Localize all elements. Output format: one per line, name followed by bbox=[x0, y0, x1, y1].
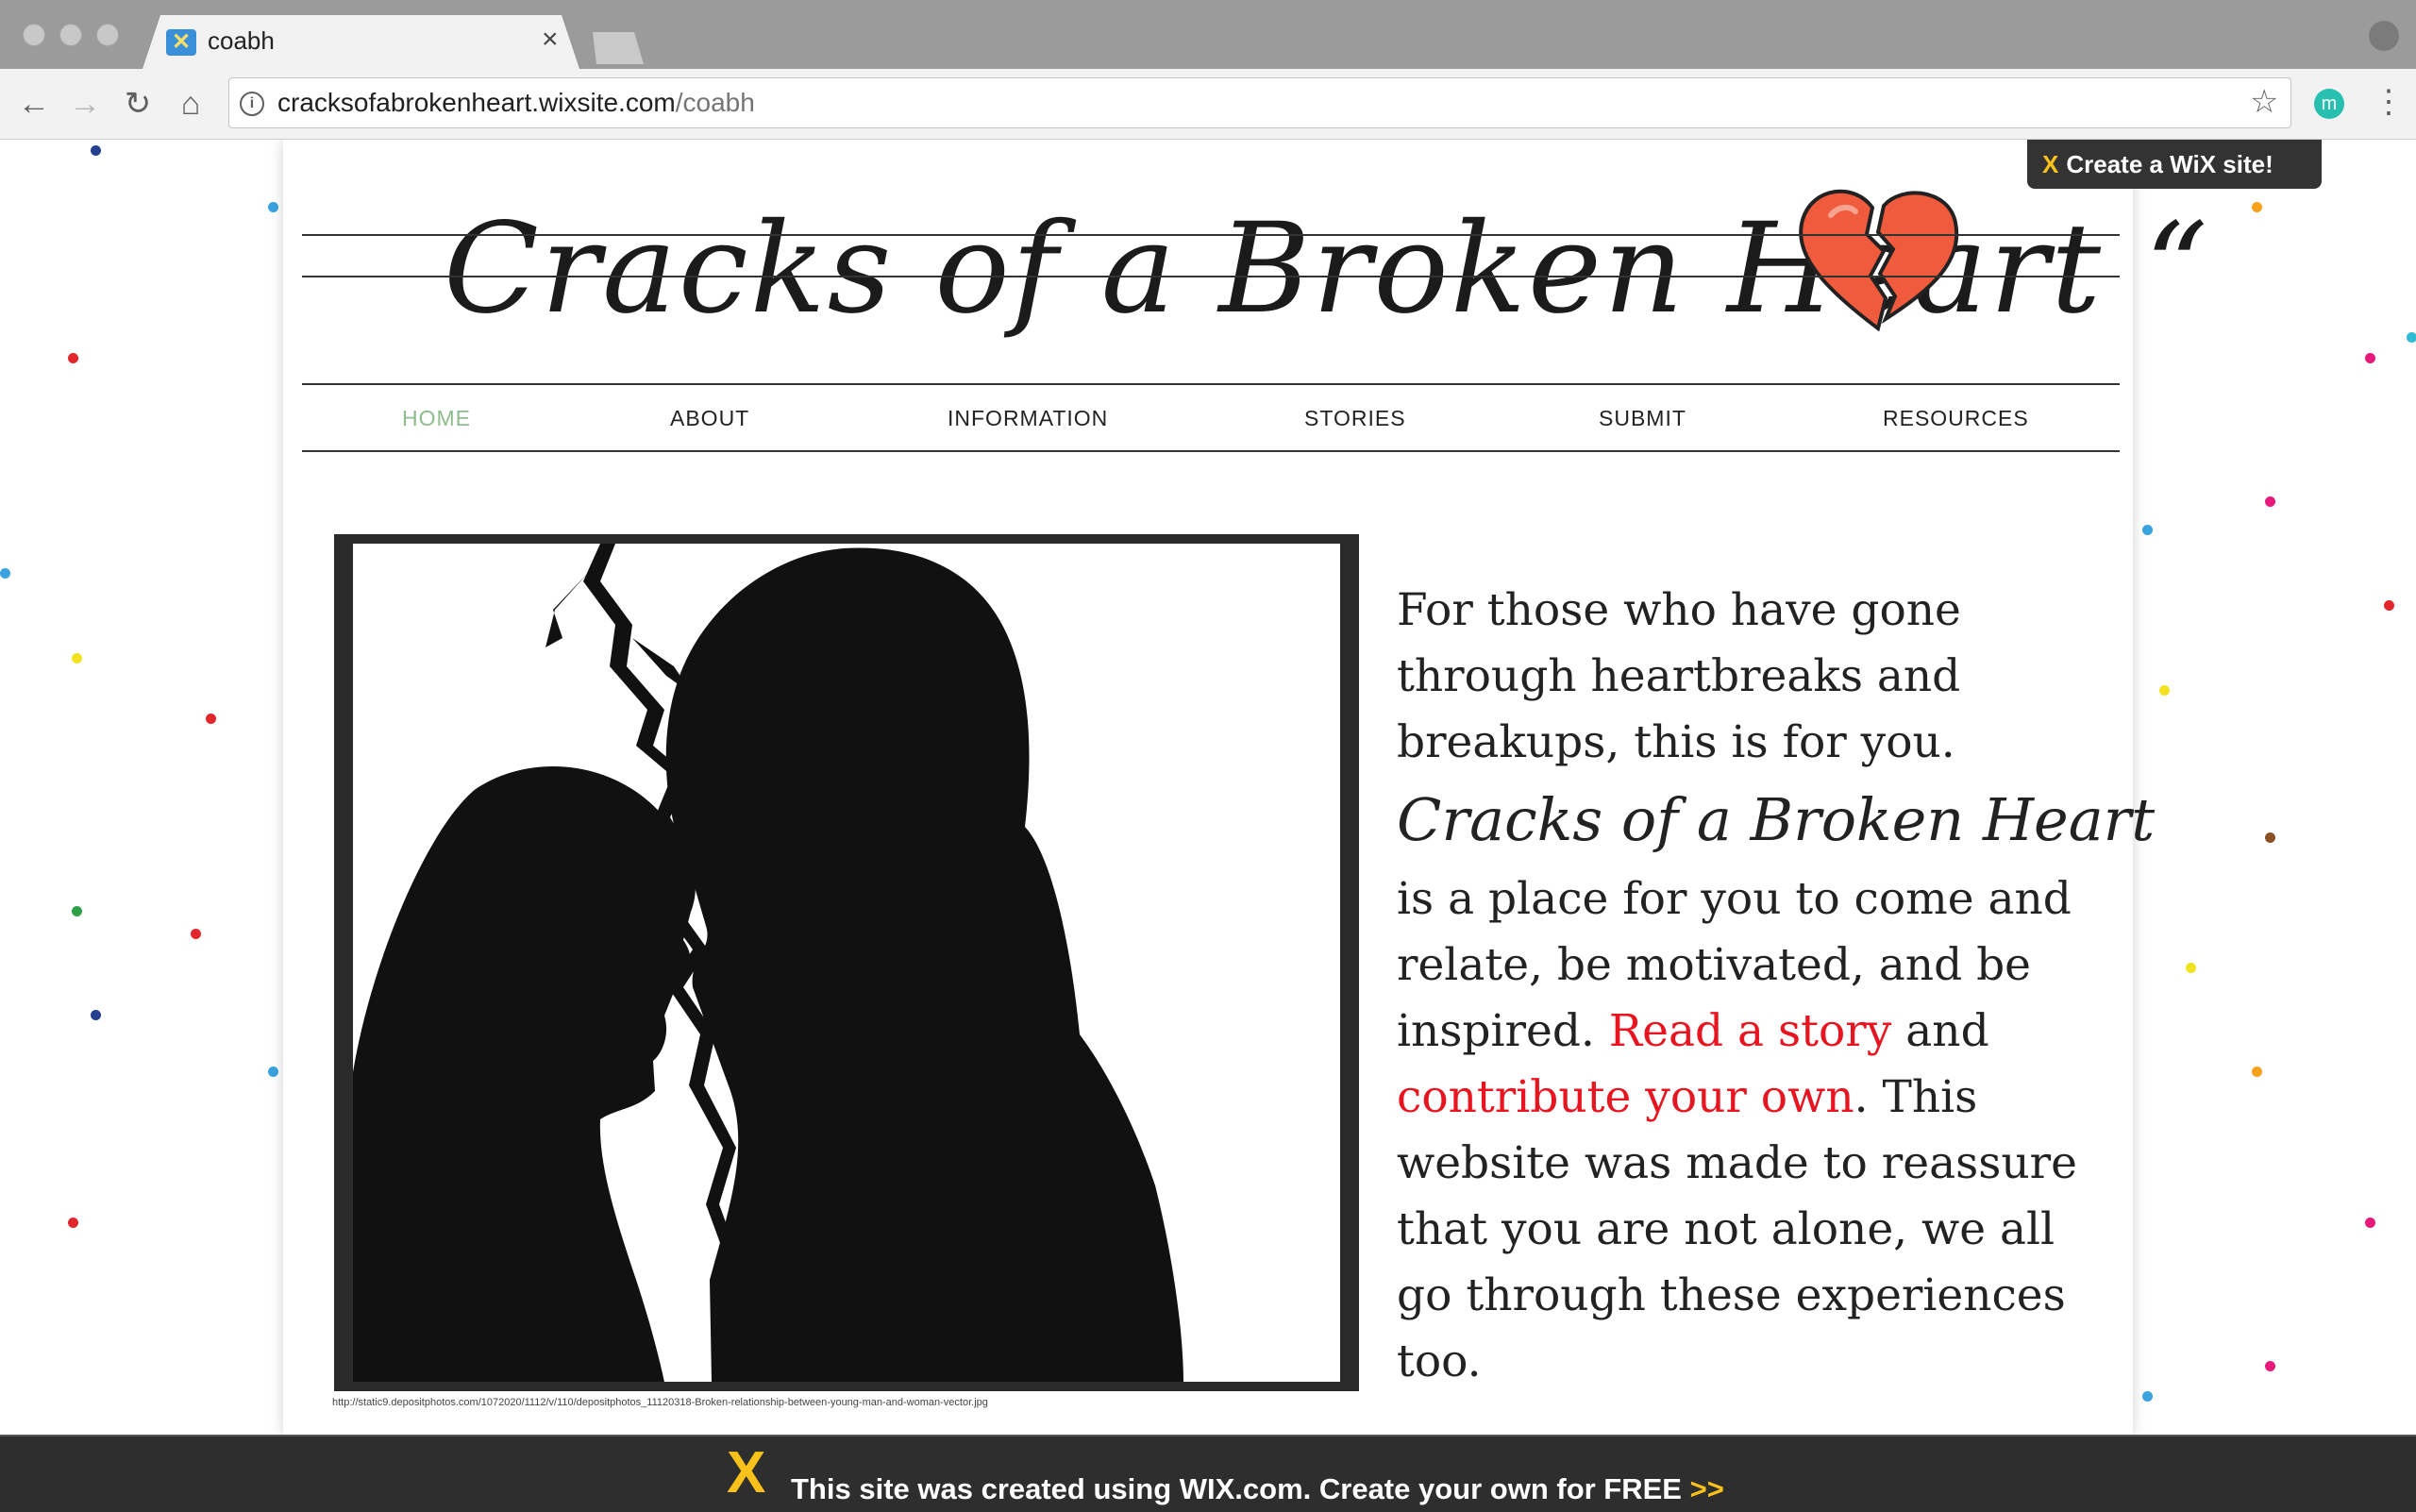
intro-text-block: For those who have gone through heartbre… bbox=[1397, 578, 2156, 1395]
quote-mark: “ bbox=[2144, 196, 2210, 342]
confetti-dot bbox=[2265, 832, 2275, 843]
intro-line: For those who have gone through heartbre… bbox=[1397, 584, 1961, 768]
confetti-dot bbox=[2159, 685, 2170, 696]
brand-name-script: Cracks of a Broken Heart bbox=[1397, 785, 2156, 854]
window-zoom-button[interactable] bbox=[96, 24, 119, 46]
confetti-dot bbox=[206, 714, 216, 724]
confetti-dot bbox=[2407, 332, 2416, 343]
wix-bar-arrows: >> bbox=[1689, 1472, 1724, 1505]
wix-bar-logo-icon: X bbox=[727, 1440, 766, 1505]
nav-item-submit[interactable]: SUBMIT bbox=[1599, 406, 1686, 431]
create-wix-site-badge[interactable]: X Create a WiX site! bbox=[2027, 140, 2322, 189]
confetti-dot bbox=[2365, 353, 2375, 363]
broken-heart-icon bbox=[1799, 189, 1959, 332]
home-icon[interactable]: ⌂ bbox=[174, 87, 208, 121]
confetti-dot bbox=[72, 906, 82, 916]
silhouette-photo-inner bbox=[353, 544, 1340, 1382]
confetti-dot bbox=[91, 145, 101, 156]
contribute-your-own-link[interactable]: contribute your own bbox=[1397, 1071, 1854, 1123]
confetti-dot bbox=[68, 1218, 78, 1228]
more-menu-icon[interactable]: ⋮ bbox=[2373, 85, 2405, 119]
nav-item-stories[interactable]: STORIES bbox=[1304, 406, 1406, 431]
confetti-dot bbox=[2265, 496, 2275, 507]
back-arrow-icon[interactable]: ← bbox=[17, 87, 51, 121]
wix-favicon-icon: ✕ bbox=[166, 29, 196, 56]
info-icon[interactable]: i bbox=[240, 92, 264, 116]
wix-badge-text: Create a WiX site! bbox=[2066, 150, 2273, 178]
confetti-dot bbox=[68, 353, 78, 363]
and-text: and bbox=[1891, 1005, 1989, 1057]
silhouette-photo bbox=[334, 534, 1359, 1391]
confetti-dot bbox=[2384, 600, 2394, 611]
tab-title: coabh bbox=[208, 26, 275, 55]
wix-bar-message: This site was created using WIX.com. Cre… bbox=[791, 1472, 1690, 1505]
intro-body: is a place for you to come and relate, b… bbox=[1397, 866, 2114, 1395]
nav-top-rule bbox=[302, 234, 2120, 236]
reload-icon[interactable]: ↻ bbox=[121, 87, 155, 121]
nav-top-line bbox=[302, 383, 2120, 385]
confetti-dot bbox=[0, 568, 10, 579]
confetti-dot bbox=[2365, 1218, 2375, 1228]
confetti-dot bbox=[268, 202, 278, 212]
image-credit: http://static9.depositphotos.com/1072020… bbox=[332, 1397, 988, 1408]
confetti-dot bbox=[2142, 525, 2153, 535]
nav-item-information[interactable]: INFORMATION bbox=[948, 406, 1108, 431]
wix-bar-text[interactable]: This site was created using WIX.com. Cre… bbox=[791, 1472, 1724, 1506]
confetti-dot bbox=[2186, 963, 2196, 973]
read-a-story-link[interactable]: Read a story bbox=[1609, 1005, 1892, 1057]
confetti-dot bbox=[268, 1067, 278, 1077]
confetti-dot bbox=[91, 1010, 101, 1020]
confetti-dot bbox=[72, 653, 82, 664]
url-path: /coabh bbox=[675, 88, 755, 117]
wix-logo-icon: X bbox=[2042, 150, 2059, 178]
star-icon[interactable]: ☆ bbox=[2250, 85, 2278, 119]
nav-item-about[interactable]: ABOUT bbox=[670, 406, 749, 431]
tab-close-icon[interactable]: × bbox=[542, 25, 559, 54]
confetti-dot bbox=[191, 929, 201, 939]
window-minimize-button[interactable] bbox=[59, 24, 82, 46]
window-close-button[interactable] bbox=[23, 24, 45, 46]
forward-arrow-icon[interactable]: → bbox=[68, 87, 102, 121]
confetti-dot bbox=[2252, 1067, 2262, 1077]
profile-icon[interactable] bbox=[2369, 21, 2399, 51]
confetti-dot bbox=[2252, 202, 2262, 212]
couple-silhouette-image bbox=[353, 544, 1183, 1382]
confetti-dot bbox=[2142, 1391, 2153, 1402]
nav-item-home[interactable]: HOME bbox=[402, 406, 471, 431]
address-url[interactable]: cracksofabrokenheart.wixsite.com/coabh bbox=[277, 88, 755, 118]
nav-bottom-line bbox=[302, 450, 2120, 452]
extension-icon[interactable]: m bbox=[2314, 89, 2344, 119]
url-host: cracksofabrokenheart.wixsite.com bbox=[277, 88, 676, 117]
nav-bottom-rule bbox=[302, 276, 2120, 277]
confetti-dot bbox=[2265, 1361, 2275, 1371]
nav-item-resources[interactable]: RESOURCES bbox=[1883, 406, 2029, 431]
